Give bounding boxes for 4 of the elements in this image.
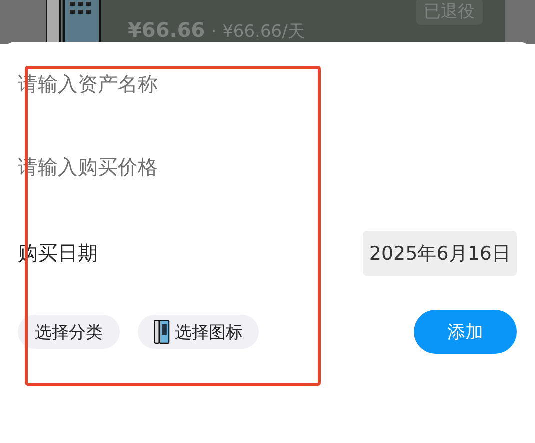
chip-button[interactable]: 选择分类 bbox=[18, 315, 120, 349]
date-button[interactable]: 2025年6月16日 bbox=[363, 231, 517, 276]
chip-button[interactable]: 选择图标 bbox=[138, 315, 259, 349]
separator-text: · bbox=[211, 22, 217, 42]
